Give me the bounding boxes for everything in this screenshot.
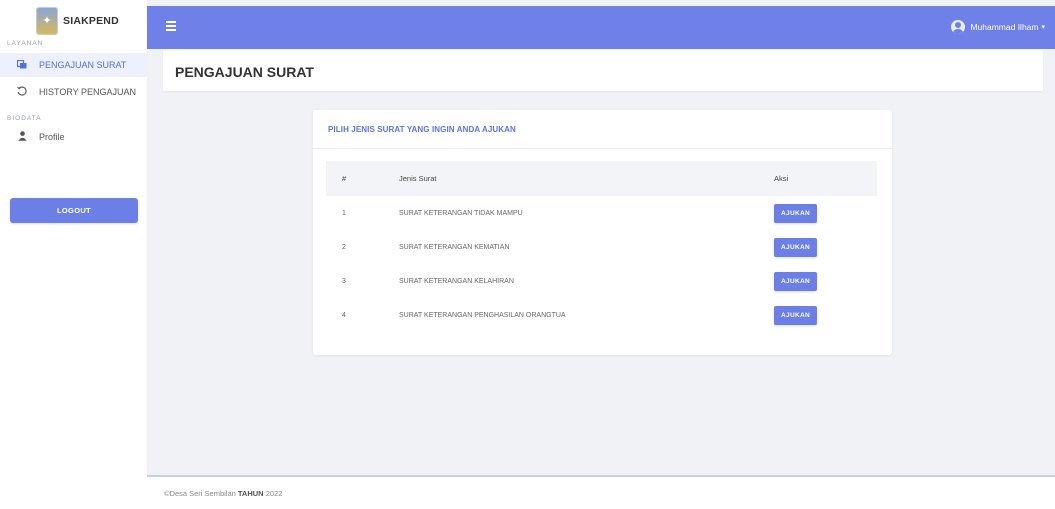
sidebar-item-label: Profile: [39, 132, 65, 142]
card-title: PILIH JENIS SURAT YANG INGIN ANDA AJUKAN: [313, 110, 892, 149]
brand[interactable]: ✦ SIAKPEND: [0, 0, 147, 36]
sidebar-item-pengajuan-surat[interactable]: PENGAJUAN SURAT: [0, 53, 147, 77]
inbox-icon: [16, 59, 28, 71]
page-header: PENGAJUAN SURAT: [163, 50, 1043, 91]
surat-table: # Jenis Surat Aksi 1 SURAT KETERANGAN TI…: [326, 161, 877, 332]
row-number: 1: [342, 209, 346, 217]
row-aksi: AJUKAN: [752, 237, 877, 257]
history-icon: [16, 86, 28, 98]
ajukan-button[interactable]: AJUKAN: [774, 203, 817, 223]
table-header: # Jenis Surat Aksi: [326, 161, 877, 196]
row-jenis-surat: SURAT KETERANGAN KELAHIRAN: [399, 277, 514, 285]
footer-copyright: ©Desa Seri Sembilan TAHUN 2022: [164, 489, 282, 498]
row-jenis-surat: SURAT KETERANGAN KEMATIAN: [399, 243, 510, 251]
brand-name: SIAKPEND: [63, 14, 119, 27]
table-row: 4 SURAT KETERANGAN PENGHASILAN ORANGTUA …: [326, 298, 877, 332]
user-name: Muhammad Ilham: [970, 22, 1039, 32]
footer-owner: ©Desa Seri Sembilan: [164, 489, 236, 498]
row-number: 3: [342, 277, 346, 285]
row-jenis-surat: SURAT KETERANGAN TIDAK MAMPU: [399, 209, 523, 217]
sidebar-item-label: HISTORY PENGAJUAN: [39, 87, 137, 97]
footer-tahun-label: TAHUN: [237, 489, 264, 498]
page-title: PENGAJUAN SURAT: [175, 64, 314, 80]
row-aksi: AJUKAN: [752, 271, 877, 291]
chevron-down-icon: ▾: [1041, 24, 1045, 31]
sidebar-item-history-pengajuan[interactable]: HISTORY PENGAJUAN: [0, 81, 147, 103]
column-header-aksi: Aksi: [774, 174, 789, 183]
row-jenis-surat: SURAT KETERANGAN PENGHASILAN ORANGTUA: [399, 311, 566, 319]
column-header-number: #: [342, 174, 347, 183]
user-menu[interactable]: Muhammad Ilham ▾: [951, 20, 1045, 34]
row-number: 2: [342, 243, 346, 251]
row-number: 4: [342, 311, 346, 319]
column-header-jenis-surat: Jenis Surat: [399, 174, 437, 183]
surat-card: PILIH JENIS SURAT YANG INGIN ANDA AJUKAN…: [313, 110, 892, 355]
ajukan-button[interactable]: AJUKAN: [774, 271, 817, 291]
logout-button[interactable]: LOGOUT: [10, 198, 138, 223]
topbar: Muhammad Ilham ▾: [147, 6, 1055, 49]
table-row: 2 SURAT KETERANGAN KEMATIAN AJUKAN: [326, 230, 877, 264]
ajukan-button[interactable]: AJUKAN: [774, 305, 817, 325]
user-icon: [16, 131, 28, 143]
sidebar-item-label: PENGAJUAN SURAT: [39, 60, 127, 70]
section-label-biodata: BIODATA: [7, 115, 42, 122]
table-row: 3 SURAT KETERANGAN KELAHIRAN AJUKAN: [326, 264, 877, 298]
footer-year: 2022: [265, 489, 283, 498]
avatar: [951, 20, 966, 34]
sidebar-item-profile[interactable]: Profile: [0, 126, 147, 148]
section-label-layanan: LAYANAN: [7, 40, 44, 47]
hamburger-icon[interactable]: [166, 21, 176, 31]
table-row: 1 SURAT KETERANGAN TIDAK MAMPU AJUKAN: [326, 196, 877, 230]
sidebar: ✦ SIAKPEND LAYANAN PENGAJUAN SURAT HISTO…: [0, 0, 147, 509]
footer: ©Desa Seri Sembilan TAHUN 2022: [147, 475, 1055, 509]
brand-logo-icon: ✦: [36, 6, 58, 35]
row-aksi: AJUKAN: [752, 305, 877, 325]
row-aksi: AJUKAN: [752, 203, 877, 223]
ajukan-button[interactable]: AJUKAN: [774, 237, 817, 257]
